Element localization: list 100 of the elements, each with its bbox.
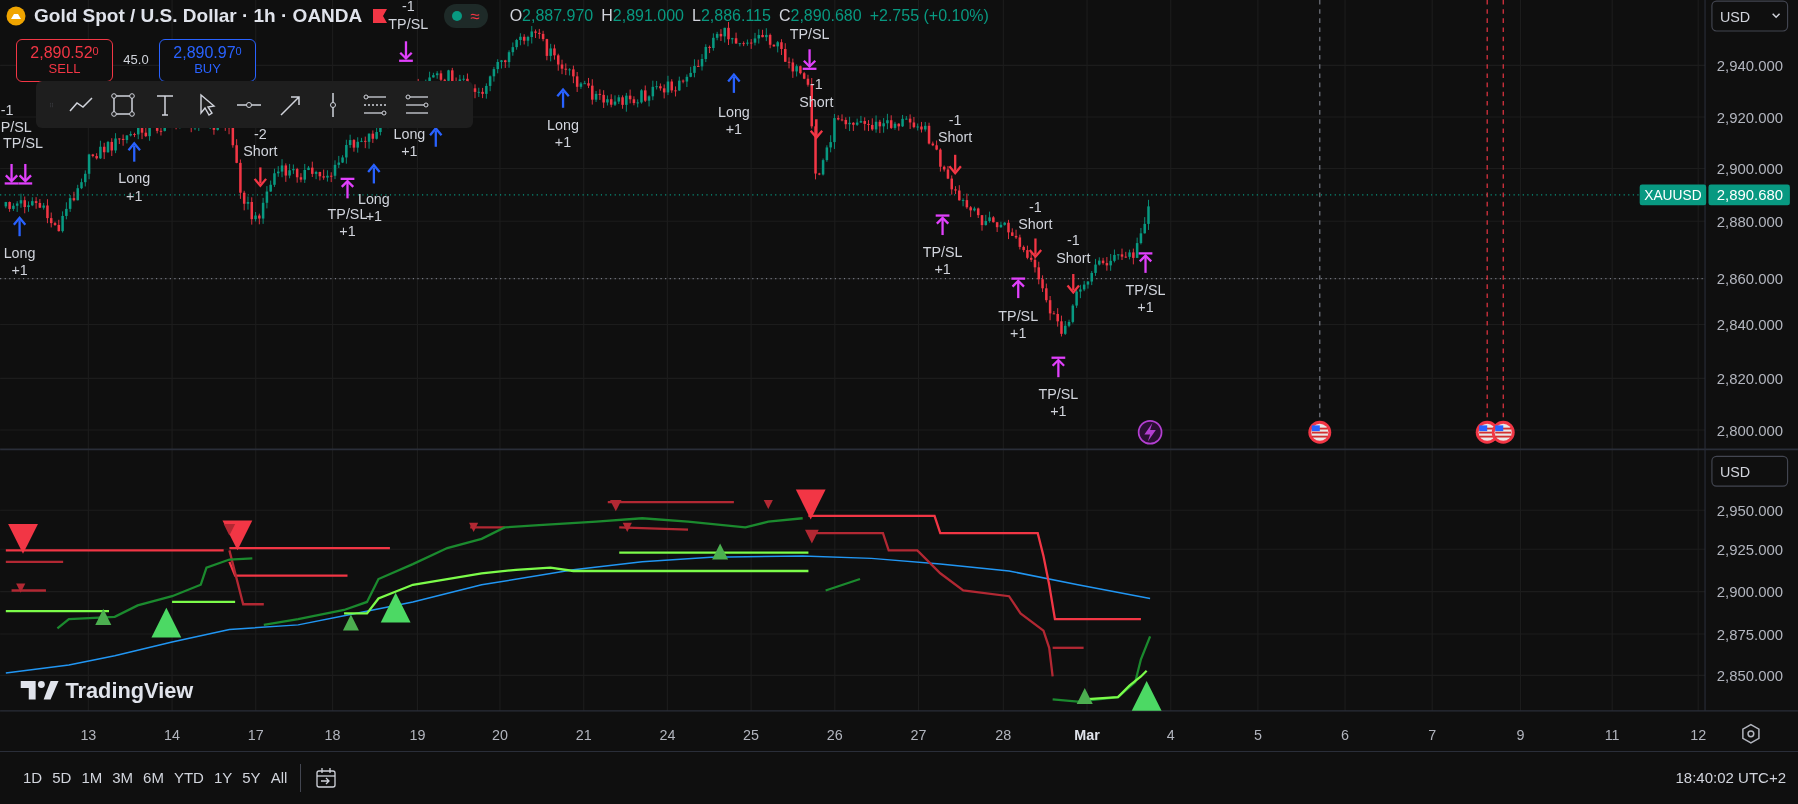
up-arrow-icon <box>935 214 950 236</box>
down-arrow-icon <box>802 49 817 70</box>
up-arrow-icon <box>1051 356 1066 378</box>
flag-icon[interactable] <box>1491 420 1515 444</box>
axis-label: 2,860.000 <box>1716 271 1783 288</box>
axis-label: 9 <box>1516 726 1525 743</box>
signal-label: +1 <box>1010 325 1027 342</box>
signal-label: TP/SL <box>1125 281 1166 298</box>
signal-label: Long <box>547 116 579 133</box>
signal-label: Long <box>118 170 151 187</box>
signal-label: +1 <box>934 261 951 278</box>
signal-label: +1 <box>126 187 143 204</box>
axis-label: 2,925.000 <box>1716 541 1783 558</box>
change-value: +2.755 (+0.10%) <box>869 6 989 27</box>
signal-label: Short <box>1056 249 1091 266</box>
down-arrow-icon <box>253 167 267 188</box>
lightning-icon[interactable] <box>1137 419 1163 445</box>
signal-label: +1 <box>339 223 356 240</box>
up-arrow-icon <box>556 87 570 108</box>
axis-label: 2,920.000 <box>1716 109 1783 126</box>
up-arrow-icon <box>340 177 355 199</box>
axis-label: 11 <box>1604 726 1620 743</box>
signal-label: -1 <box>1066 232 1080 249</box>
axis-label: 2,900.000 <box>1716 584 1783 601</box>
currency-dropdown[interactable]: USD <box>1711 455 1789 487</box>
axis-label: 19 <box>409 726 426 743</box>
range-button[interactable]: 6M <box>138 762 169 794</box>
signal-label: Short <box>1018 216 1053 233</box>
signal-label: +1 <box>365 208 383 225</box>
signal-label: Long <box>357 191 390 208</box>
up-arrow-icon <box>12 216 27 237</box>
range-button[interactable]: 5D <box>47 762 77 794</box>
settings-icon[interactable] <box>1742 723 1760 744</box>
status-dot-icon <box>452 11 463 22</box>
range-button[interactable]: YTD <box>168 762 209 794</box>
symbol-tag: XAUUSD <box>1639 184 1707 206</box>
flag-icon[interactable] <box>1308 420 1332 444</box>
logo-icon <box>20 681 59 700</box>
coin-icon <box>6 6 26 27</box>
axis-label: 28 <box>995 726 1012 743</box>
signal-label: TP/SL <box>388 15 429 32</box>
clock-text: 18:40:02 UTC+2 <box>1675 767 1786 788</box>
signal-label: Short <box>243 142 278 159</box>
signal-label: -1 <box>0 101 14 118</box>
up-arrow-icon <box>367 163 381 184</box>
chart-title: Gold Spot / U.S. Dollar · 1h · OANDA <box>34 4 363 28</box>
axis-label: 2,950.000 <box>1716 502 1783 519</box>
signal-label: Short <box>938 129 973 146</box>
signal-label: +1 <box>554 133 572 150</box>
up-arrow-icon <box>1011 277 1026 299</box>
axis-label: 27 <box>910 726 927 743</box>
signal-label: +1 <box>401 142 418 159</box>
down-arrow-icon <box>1066 274 1080 295</box>
axis-label: Mar <box>1074 726 1100 743</box>
down-arrow-icon <box>4 163 19 185</box>
range-button[interactable]: 1Y <box>208 762 238 794</box>
signal-label: -2 <box>254 125 267 142</box>
range-button[interactable]: 1D <box>18 762 48 794</box>
axis-label: 21 <box>575 726 592 743</box>
signal-label: +1 <box>725 121 743 138</box>
axis-label: 2,840.000 <box>1716 317 1783 334</box>
down-arrow-icon <box>809 119 824 140</box>
range-button[interactable]: 1M <box>76 762 108 794</box>
signal-label: +1 <box>1137 298 1154 315</box>
signal-label: -1 <box>1029 199 1042 216</box>
signal-label: TP/SL <box>327 206 368 222</box>
signal-label: Long <box>717 103 750 120</box>
ohlc-value: L2,886.115 <box>692 6 771 27</box>
signal-label: TP/SL <box>922 243 963 260</box>
axis-label: 14 <box>164 726 181 743</box>
axis-label: 6 <box>1341 726 1349 743</box>
axis-label: 25 <box>743 726 760 743</box>
signal-label: TP/SL <box>789 26 830 42</box>
axis-label: 2,800.000 <box>1716 422 1783 439</box>
up-arrow-icon <box>127 141 141 162</box>
range-button[interactable]: 5Y <box>237 762 266 794</box>
axis-label: 26 <box>826 726 843 743</box>
spread-value: 45.0 <box>122 51 150 70</box>
signal-label: +1 <box>11 262 28 279</box>
down-arrow-icon <box>948 154 962 175</box>
signal-label: +1 <box>1050 403 1067 420</box>
axis-label: 4 <box>1166 726 1175 743</box>
axis-label: 2,875.000 <box>1716 626 1783 643</box>
axis-label: 17 <box>247 726 264 743</box>
signal-label: Long <box>393 125 426 142</box>
currency-dropdown[interactable]: USD <box>1711 0 1789 32</box>
buy-button[interactable]: 2,890.97$^{0}$ BUY <box>159 38 256 82</box>
price-tag: 2,890.680 <box>1708 184 1790 206</box>
status-pill[interactable]: ≈ <box>444 4 488 29</box>
ohlc-value: H2,891.000 <box>601 6 684 27</box>
range-button[interactable]: All <box>265 762 293 794</box>
signal-label: TP/SL <box>3 134 43 151</box>
logo-text: TradingView <box>65 678 194 704</box>
axis-label: 13 <box>80 726 97 743</box>
axis-label: 2,880.000 <box>1716 214 1783 230</box>
axis-label: 20 <box>492 726 508 743</box>
up-arrow-icon <box>1138 252 1153 273</box>
sell-button[interactable]: 2,890.52$^{0}$ SELL <box>16 38 113 82</box>
axis-label: 2,900.000 <box>1716 161 1783 178</box>
range-button[interactable]: 3M <box>107 762 139 794</box>
